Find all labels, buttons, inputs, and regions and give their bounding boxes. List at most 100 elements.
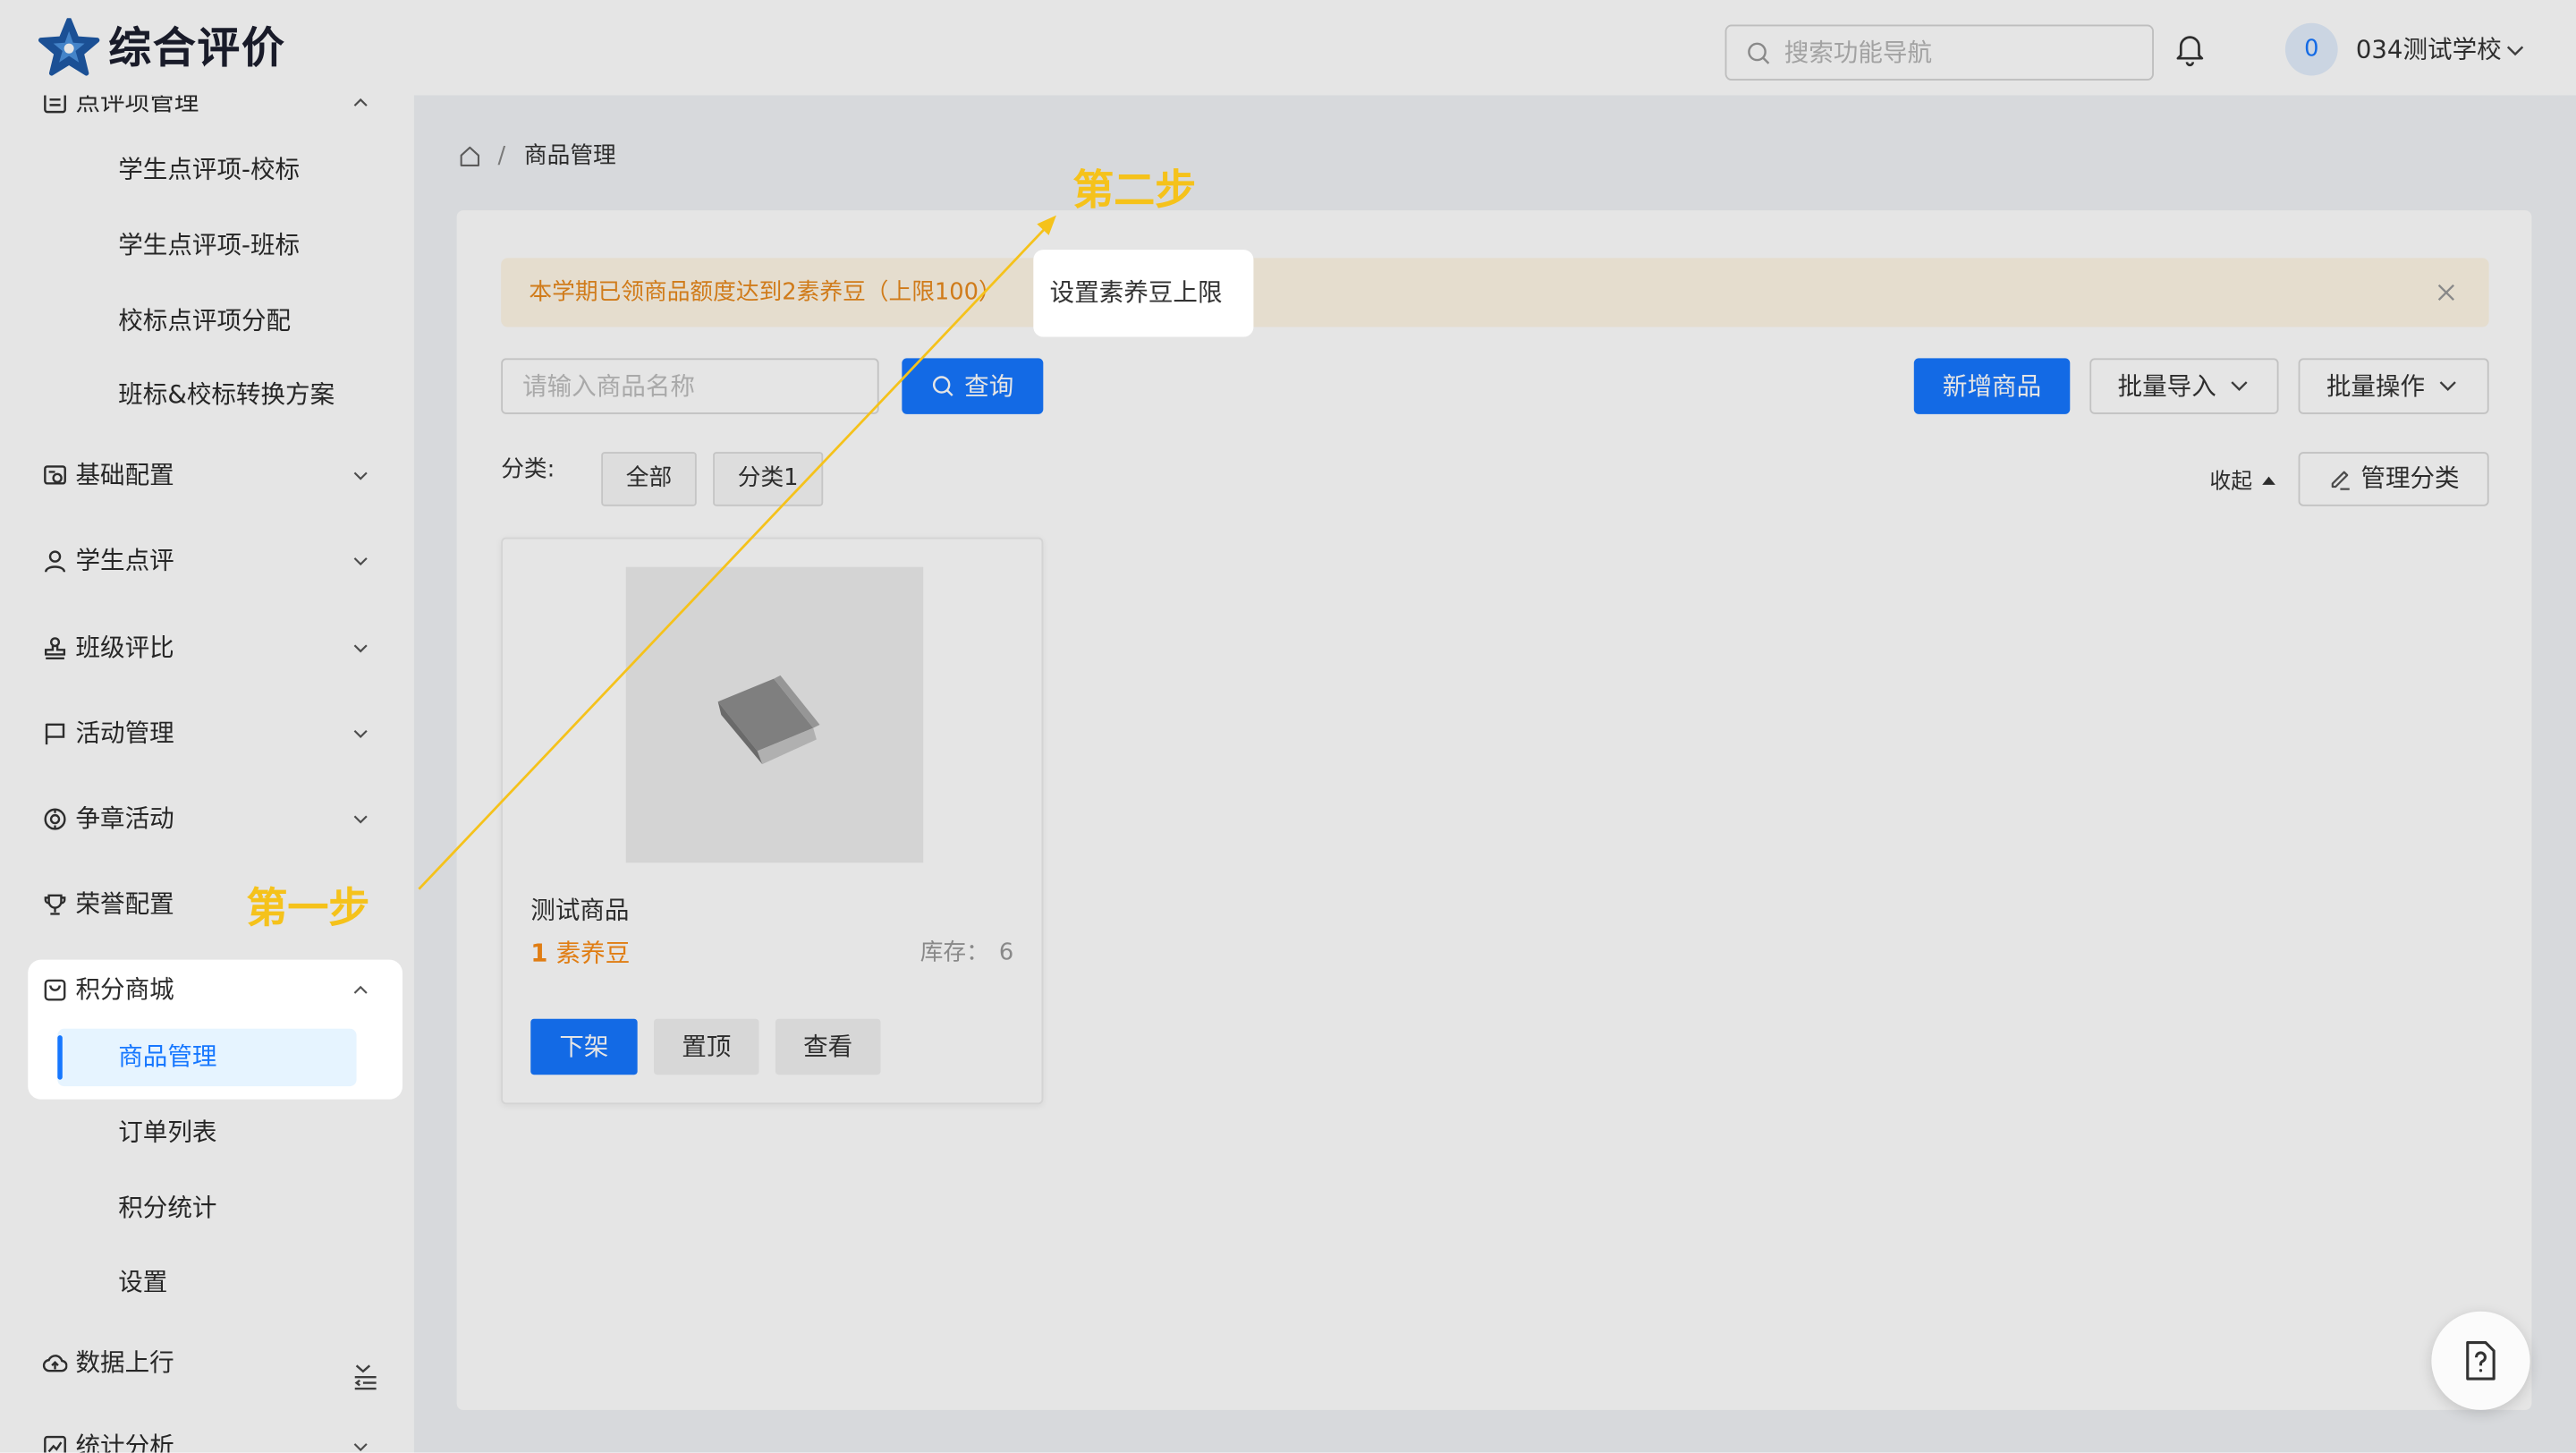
sidebar-item-basic-config[interactable]: 基础配置	[0, 442, 414, 507]
book-icon	[708, 652, 840, 777]
product-name-search-input[interactable]: 请输入商品名称	[501, 358, 879, 414]
add-product-button[interactable]: 新增商品	[1913, 358, 2071, 414]
collapse-toggle[interactable]: 收起	[2209, 463, 2276, 497]
category-tag-1[interactable]: 分类1	[713, 452, 824, 506]
edit-icon	[2328, 467, 2353, 492]
sidebar-item-activity-management[interactable]: 活动管理	[0, 700, 414, 765]
shopping-bag-icon	[43, 978, 68, 1003]
menu-fold-icon[interactable]	[352, 1363, 379, 1394]
sidebar-group-points-mall[interactable]: 积分商城 商品管理	[28, 959, 403, 1100]
sidebar-item-label: 学生点评项-校标	[118, 154, 301, 184]
sidebar-item-label: 基础配置	[75, 460, 174, 490]
guide-step-2: 第二步	[1072, 166, 1197, 214]
settings-icon	[43, 463, 68, 489]
app-title[interactable]: 综合评价	[108, 16, 285, 81]
sidebar-item-label: 数据上行	[75, 1347, 174, 1378]
active-indicator	[57, 1035, 63, 1080]
product-image[interactable]	[625, 566, 924, 863]
chevron-down-icon	[352, 811, 369, 828]
sidebar-item-label: 统计分析	[75, 1431, 174, 1453]
cloud-upload-icon	[42, 1351, 68, 1376]
alert-text: 本学期已领商品额度达到2素养豆（上限100）	[529, 279, 1002, 306]
app-window: 点评项管理 学生点评项-校标 学生点评项-班标 校标点评项分配 班标&校标转换方…	[0, 0, 2576, 1453]
sidebar-item-label: 学生点评	[75, 545, 174, 575]
collapse-label: 收起	[2209, 470, 2253, 495]
chevron-down-icon	[2438, 377, 2458, 396]
chevron-down-icon	[2229, 377, 2249, 396]
sidebar-item-class-ranking[interactable]: 班级评比	[0, 615, 414, 680]
home-icon[interactable]	[458, 145, 481, 168]
query-label: 查询	[964, 371, 1014, 402]
bell-icon[interactable]	[2172, 31, 2207, 67]
chevron-down-icon[interactable]	[2505, 41, 2525, 61]
close-icon[interactable]	[2436, 283, 2456, 302]
stock-label: 库存：	[919, 939, 989, 967]
sidebar-subitem-student-school-items[interactable]: 学生点评项-校标	[0, 136, 414, 201]
sidebar-item-label: 商品管理	[118, 1041, 217, 1072]
sidebar-item-badge-activity[interactable]: 争章活动	[0, 786, 414, 851]
sidebar-item-label: 活动管理	[75, 718, 174, 748]
sidebar-item-student-review[interactable]: 学生点评	[0, 528, 414, 593]
product-stock: 库存： 6	[815, 937, 1014, 970]
sidebar-subitem-settings[interactable]: 设置	[0, 1249, 414, 1314]
sidebar-item-label: 订单列表	[118, 1117, 217, 1148]
screen: 点评项管理 学生点评项-校标 学生点评项-班标 校标点评项分配 班标&校标转换方…	[0, 0, 2576, 1453]
sidebar-subitem-conversion-plan[interactable]: 班标&校标转换方案	[0, 361, 414, 427]
chevron-down-icon	[352, 1438, 369, 1453]
trophy-icon	[43, 892, 68, 917]
product-price: 1 素养豆	[530, 937, 630, 970]
sidebar-subitem-student-class-items[interactable]: 学生点评项-班标	[0, 212, 414, 277]
stamp-icon	[43, 636, 68, 661]
sidebar-item-label: 争章活动	[75, 803, 174, 834]
user-icon	[43, 548, 68, 574]
sidebar-item-statistics[interactable]: 统计分析	[0, 1414, 414, 1453]
chart-icon	[43, 1434, 68, 1453]
sidebar: 点评项管理 学生点评项-校标 学生点评项-班标 校标点评项分配 班标&校标转换方…	[0, 0, 414, 1453]
manage-category-button[interactable]: 管理分类	[2298, 452, 2489, 506]
query-button[interactable]: 查询	[902, 358, 1044, 414]
guide-tooltip-text: 设置素养豆上限	[1049, 277, 1223, 308]
manage-category-label: 管理分类	[2360, 463, 2460, 494]
caret-up-icon	[2262, 476, 2276, 485]
school-switcher[interactable]: 034测试学校	[2356, 25, 2502, 74]
sidebar-item-label: 班标&校标转换方案	[118, 379, 335, 410]
global-search-input[interactable]: 搜索功能导航	[1724, 24, 2154, 81]
chevron-down-icon	[352, 467, 369, 485]
chevron-up-icon	[352, 981, 369, 999]
sidebar-item-label: 荣誉配置	[75, 888, 174, 919]
price-unit: 素养豆	[555, 938, 631, 968]
sidebar-item-label: 校标点评项分配	[118, 305, 292, 336]
product-card[interactable]: 测试商品 1 素养豆 库存： 6 下架 置顶 查看	[501, 537, 1044, 1105]
batch-import-label: 批量导入	[2117, 371, 2216, 402]
sidebar-subitem-order-list[interactable]: 订单列表	[0, 1100, 414, 1165]
chevron-down-icon	[352, 552, 369, 570]
batch-operation-dropdown[interactable]: 批量操作	[2298, 358, 2489, 414]
chevron-down-icon	[352, 639, 369, 657]
chevron-up-icon	[352, 94, 369, 112]
sidebar-subitem-school-item-allocation[interactable]: 校标点评项分配	[0, 287, 414, 353]
help-button[interactable]	[2431, 1311, 2530, 1410]
sidebar-item-label: 设置	[118, 1267, 168, 1297]
batch-import-dropdown[interactable]: 批量导入	[2089, 358, 2279, 414]
sidebar-item-label: 积分统计	[118, 1193, 217, 1223]
star-logo-icon[interactable]	[38, 18, 100, 81]
search-icon	[931, 375, 954, 398]
sidebar-item-label: 积分商城	[75, 974, 174, 1005]
avatar[interactable]: 0	[2284, 22, 2338, 76]
chevron-down-icon	[352, 725, 369, 743]
sidebar-subitem-points-stats[interactable]: 积分统计	[0, 1175, 414, 1240]
guide-step-1: 第一步	[246, 884, 370, 932]
breadcrumb-separator: /	[497, 142, 506, 170]
view-button[interactable]: 查看	[775, 1018, 881, 1075]
quota-alert: 本学期已领商品额度达到2素养豆（上限100）	[501, 258, 2489, 327]
breadcrumb-current: 商品管理	[523, 142, 616, 170]
category-tag-all[interactable]: 全部	[601, 452, 697, 506]
sidebar-subitem-product-management[interactable]: 商品管理	[57, 1028, 357, 1087]
unlist-button[interactable]: 下架	[530, 1018, 638, 1075]
pin-top-button[interactable]: 置顶	[654, 1018, 759, 1075]
batch-operation-label: 批量操作	[2326, 371, 2426, 402]
search-placeholder: 请输入商品名称	[522, 371, 695, 402]
badge-icon	[43, 807, 68, 832]
sidebar-item-label: 学生点评项-班标	[118, 230, 301, 260]
flag-icon	[43, 721, 68, 746]
